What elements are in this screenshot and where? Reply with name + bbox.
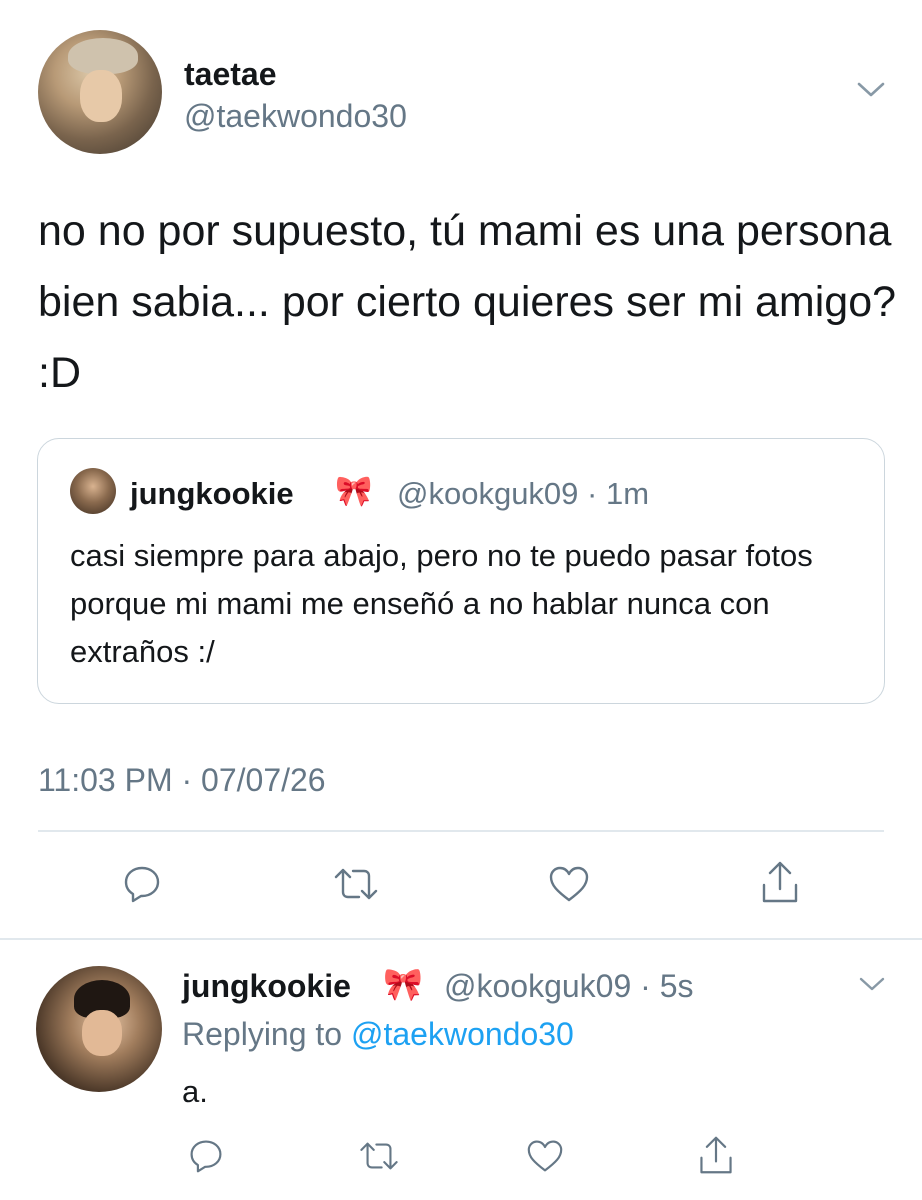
reply-avatar[interactable] (36, 966, 162, 1092)
ribbon-icon: 🎀 (383, 966, 423, 1002)
reply-handle-time[interactable]: @kookguk09 · 5s (444, 968, 694, 1005)
chevron-down-icon[interactable] (858, 976, 886, 999)
reply-icon[interactable] (120, 862, 164, 906)
reply-icon[interactable] (186, 1136, 226, 1176)
reply-tweet-text: a. (182, 1074, 208, 1109)
display-name[interactable]: taetae (184, 56, 277, 93)
replying-to-label: Replying to @taekwondo30 (182, 1016, 574, 1053)
quoted-avatar (70, 468, 116, 514)
chevron-down-icon[interactable] (856, 80, 886, 105)
tweet-text: no no por supuesto, tú mami es una perso… (38, 207, 897, 397)
user-handle[interactable]: @taekwondo30 (184, 98, 407, 135)
retweet-icon[interactable] (356, 1136, 402, 1176)
avatar[interactable] (38, 30, 162, 154)
tweet-timestamp[interactable]: 11:03 PM · 07/07/26 (38, 762, 326, 799)
like-icon[interactable] (545, 860, 593, 908)
quoted-handle-time: @kookguk09 · 1m (397, 476, 650, 511)
quoted-tweet-text: casi siempre para abajo, pero no te pued… (70, 538, 813, 669)
divider (0, 938, 922, 940)
quoted-display-name: jungkookie (130, 476, 294, 511)
ribbon-icon: 🎀 (335, 475, 373, 508)
share-icon[interactable] (694, 1132, 738, 1178)
replying-to-mention[interactable]: @taekwondo30 (351, 1016, 574, 1052)
like-icon[interactable] (523, 1134, 567, 1178)
reply-display-name[interactable]: jungkookie (182, 968, 351, 1005)
share-icon[interactable] (756, 858, 804, 906)
replying-prefix: Replying to (182, 1016, 343, 1052)
divider (38, 830, 884, 832)
retweet-icon[interactable] (330, 862, 382, 906)
